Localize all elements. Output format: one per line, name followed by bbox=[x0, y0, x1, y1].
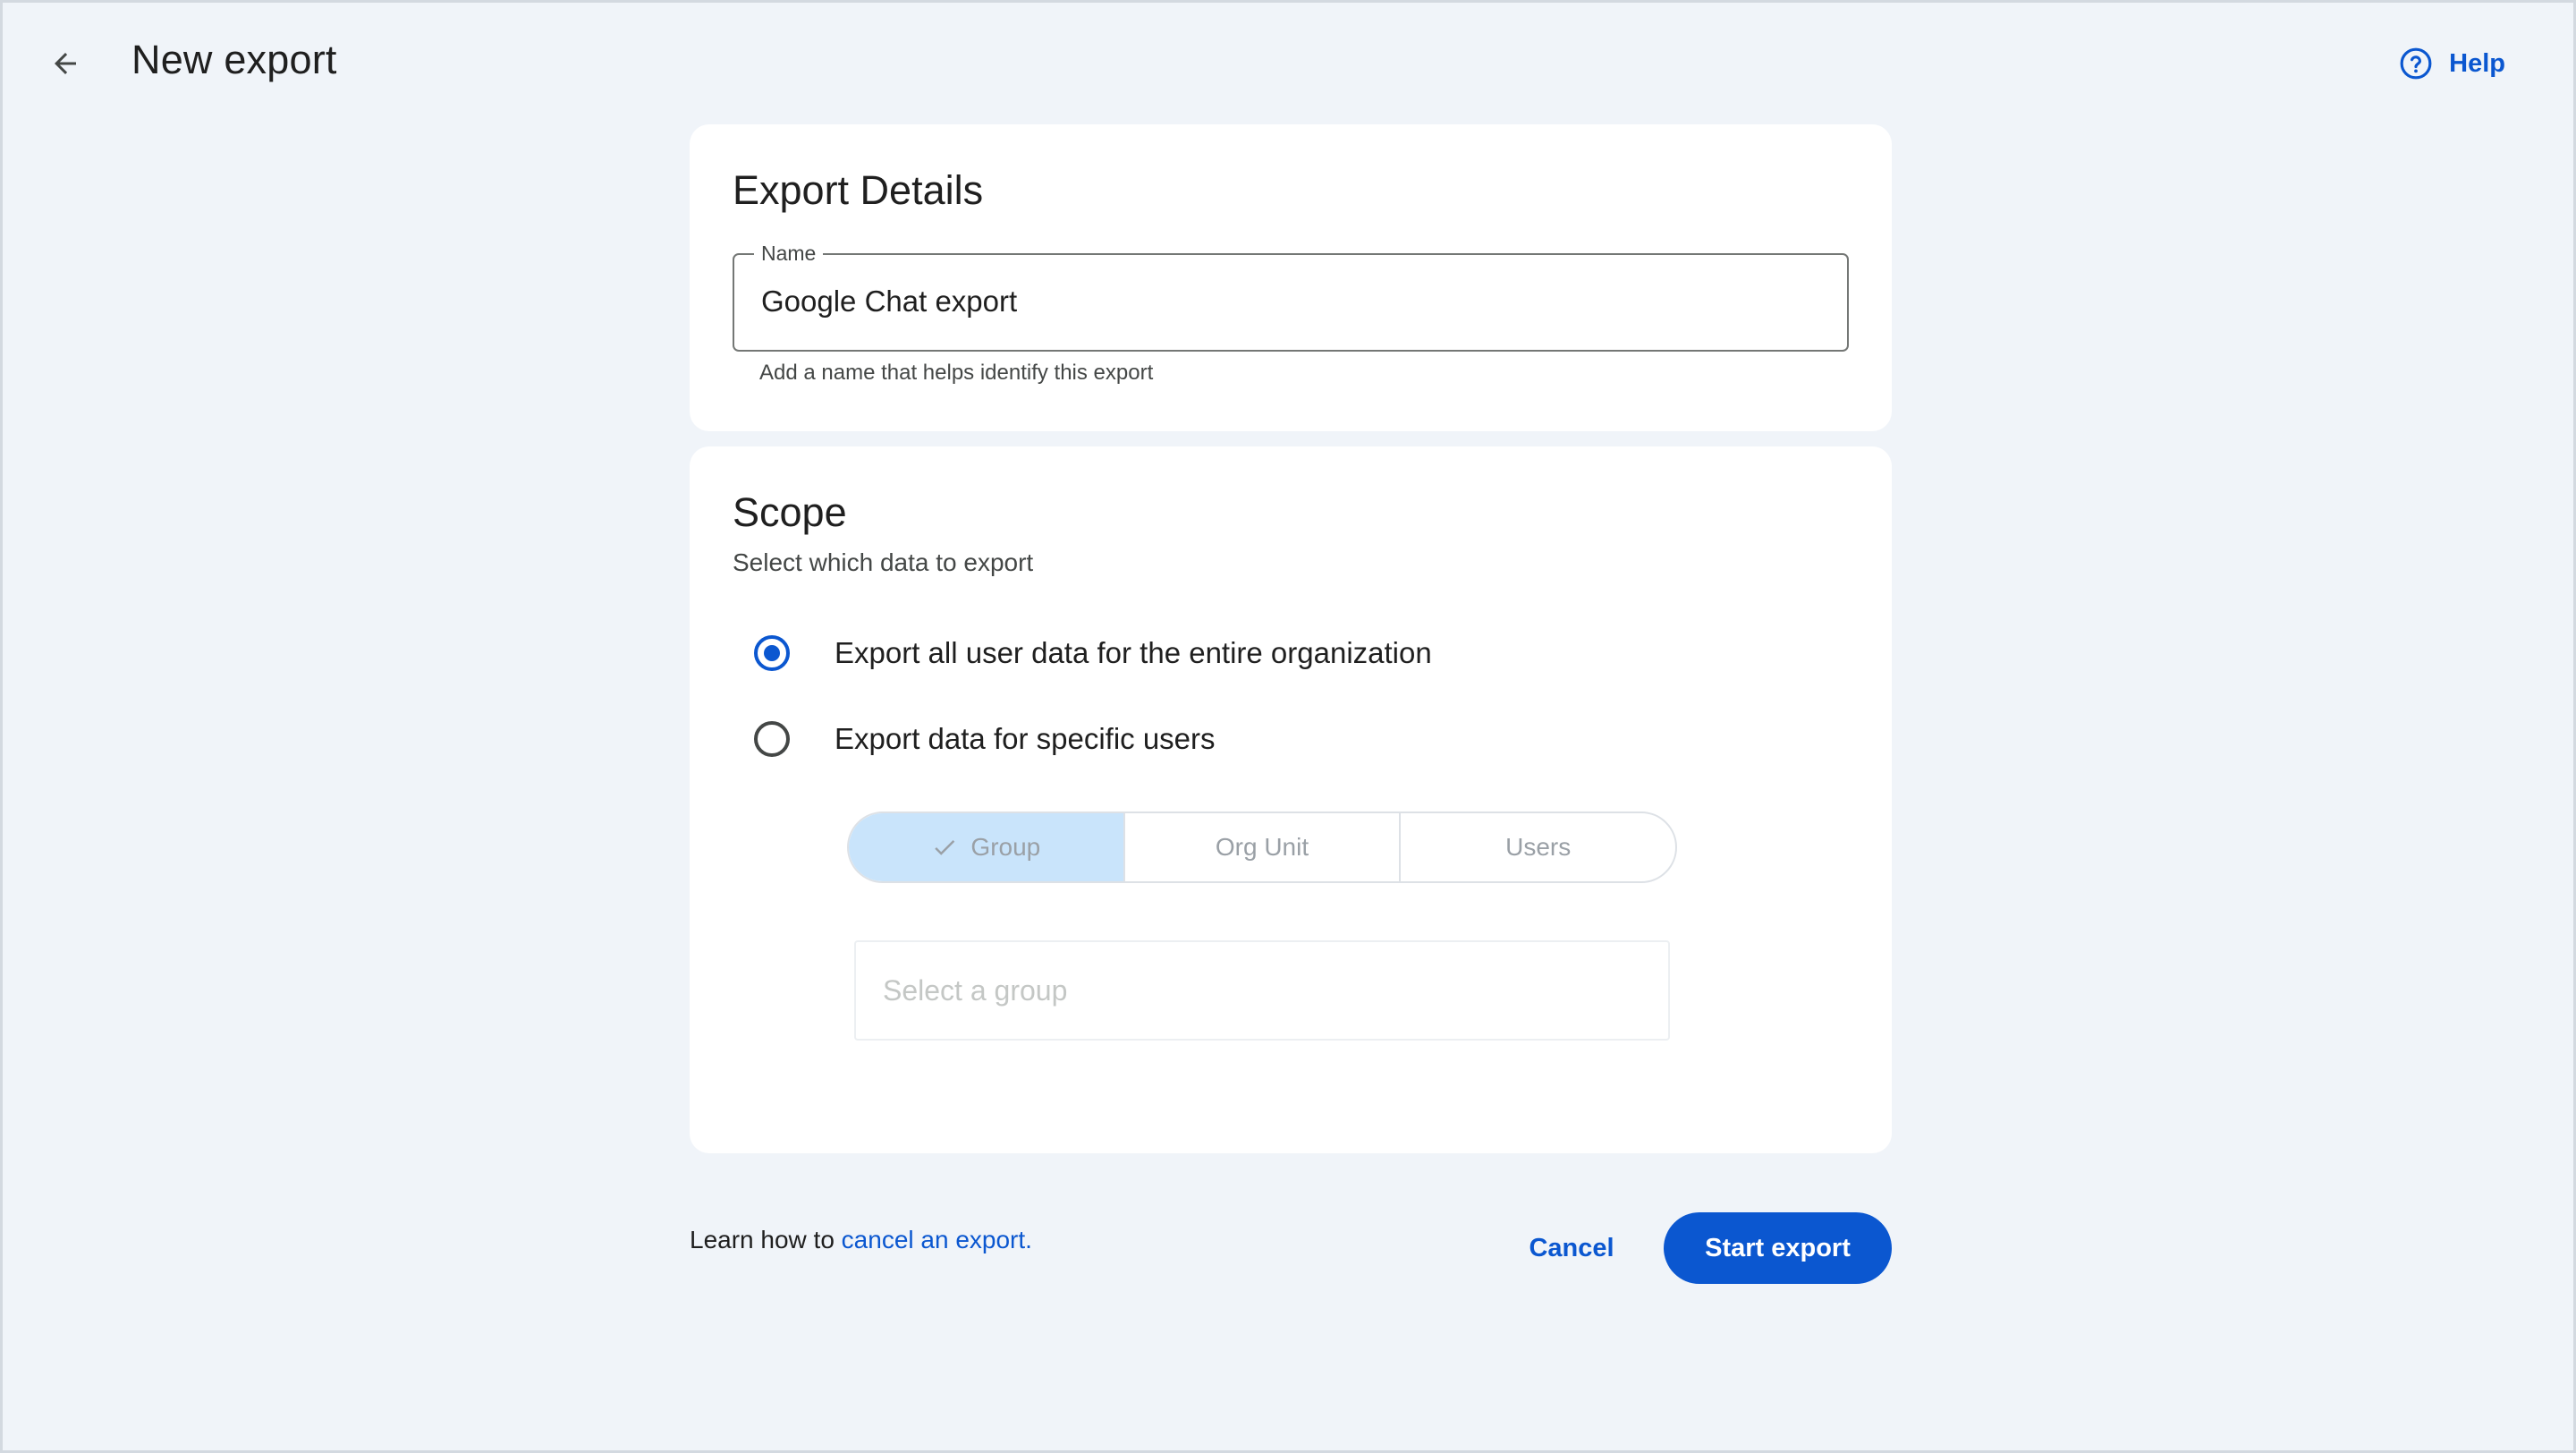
scope-card: Scope Select which data to export Export… bbox=[690, 446, 1892, 1153]
arrow-back-icon bbox=[55, 53, 76, 74]
segment-org-unit-label: Org Unit bbox=[1215, 833, 1309, 861]
check-icon bbox=[935, 840, 955, 855]
name-field: Name bbox=[733, 242, 1849, 352]
radio-option-entire-organization[interactable]: Export all user data for the entire orga… bbox=[754, 628, 1432, 678]
learn-text: Learn how to cancel an export. bbox=[690, 1226, 1032, 1254]
name-input[interactable] bbox=[761, 275, 1817, 328]
segment-org-unit[interactable]: Org Unit bbox=[1123, 813, 1400, 881]
radio-button-checked[interactable] bbox=[754, 635, 790, 671]
page-title: New export bbox=[131, 37, 337, 82]
segment-group[interactable]: Group bbox=[849, 813, 1123, 881]
radio-button-unchecked[interactable] bbox=[754, 721, 790, 757]
name-field-label: Name bbox=[754, 242, 824, 266]
radio-option-specific-users[interactable]: Export data for specific users bbox=[754, 714, 1216, 764]
app-frame: New export Help Export Details Name Add … bbox=[0, 0, 2576, 1453]
segment-group-label: Group bbox=[970, 833, 1041, 861]
cancel-export-link[interactable]: cancel an export. bbox=[842, 1226, 1032, 1253]
radio-label-specific-users: Export data for specific users bbox=[835, 722, 1216, 755]
group-select-field bbox=[854, 940, 1670, 1041]
start-export-button[interactable]: Start export bbox=[1664, 1212, 1892, 1284]
segment-users[interactable]: Users bbox=[1399, 813, 1675, 881]
scope-type-segmented-control: Group Org Unit Users bbox=[847, 811, 1677, 883]
scope-title: Scope bbox=[733, 489, 847, 535]
learn-prefix: Learn how to bbox=[690, 1226, 842, 1253]
export-details-title: Export Details bbox=[733, 167, 984, 213]
cancel-button[interactable]: Cancel bbox=[1502, 1212, 1641, 1284]
help-label: Help bbox=[2449, 48, 2505, 78]
segment-users-label: Users bbox=[1505, 833, 1572, 861]
name-help-text: Add a name that helps identify this expo… bbox=[759, 361, 1154, 385]
export-details-card: Export Details Name Add a name that help… bbox=[690, 124, 1892, 431]
help-button[interactable]: Help bbox=[2399, 44, 2505, 83]
radio-label-entire-organization: Export all user data for the entire orga… bbox=[835, 636, 1432, 669]
group-select-input[interactable] bbox=[883, 965, 1643, 1015]
help-circle-icon bbox=[2400, 47, 2432, 80]
back-button[interactable] bbox=[44, 42, 87, 85]
scope-subtitle: Select which data to export bbox=[733, 548, 1034, 576]
